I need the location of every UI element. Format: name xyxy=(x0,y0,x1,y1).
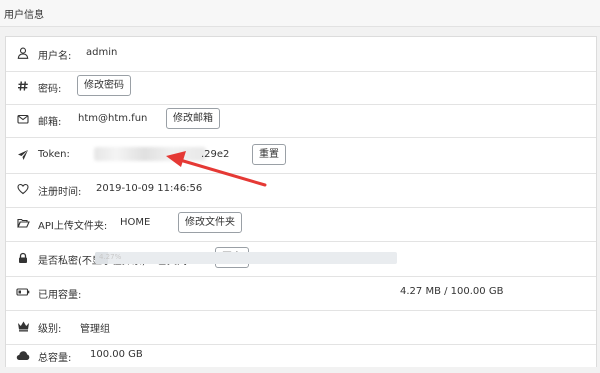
total-capacity-label: 总容量: xyxy=(38,353,72,364)
username-value: admin xyxy=(86,47,118,58)
api-folder-label: API上传文件夹: xyxy=(38,221,108,232)
paper-plane-icon xyxy=(16,148,30,162)
folder-open-icon xyxy=(16,216,30,230)
page-header: 用户信息 xyxy=(0,0,600,27)
row-password: 密码: 修改密码 xyxy=(6,70,596,105)
username-label: 用户名: xyxy=(38,51,72,62)
lock-icon xyxy=(16,251,30,265)
used-capacity-progress: 4.27% xyxy=(95,252,397,264)
row-register-time: 注册时间: 2019-10-09 11:46:56 xyxy=(6,173,596,208)
level-label: 级别: xyxy=(38,324,62,335)
hash-icon xyxy=(16,79,30,93)
used-capacity-value: 4.27 MB / 100.00 GB xyxy=(400,286,504,297)
total-capacity-value: 100.00 GB xyxy=(90,349,143,360)
token-blurred-value xyxy=(94,147,206,161)
api-folder-value: HOME xyxy=(120,217,151,228)
page-title: 用户信息 xyxy=(4,10,44,21)
row-total-capacity: 总容量: 100.00 GB xyxy=(6,339,596,373)
register-time-label: 注册时间: xyxy=(38,187,82,198)
change-password-button[interactable]: 修改密码 xyxy=(77,75,131,96)
envelope-icon xyxy=(16,112,30,126)
user-info-panel: 用户名: admin 密码: 修改密码 邮箱: htm@htm.fun 修改邮箱… xyxy=(5,36,597,367)
token-value-suffix: .29e2 xyxy=(201,149,230,160)
change-folder-button[interactable]: 修改文件夹 xyxy=(178,212,242,233)
heart-icon xyxy=(16,182,30,196)
cloud-icon xyxy=(16,348,30,362)
crown-icon xyxy=(16,319,30,333)
row-token: Token: .29e2 重置 xyxy=(6,139,596,174)
row-api-folder: API上传文件夹: HOME 修改文件夹 xyxy=(6,207,596,242)
email-value: htm@htm.fun xyxy=(78,113,148,124)
used-capacity-label: 已用容量: xyxy=(38,290,82,301)
battery-icon xyxy=(16,285,30,299)
change-email-button[interactable]: 修改邮箱 xyxy=(166,108,220,129)
row-used-capacity: 已用容量: 4.27 MB / 100.00 GB xyxy=(6,276,596,311)
row-email: 邮箱: htm@htm.fun 修改邮箱 xyxy=(6,103,596,138)
row-username: 用户名: admin xyxy=(6,37,596,72)
password-label: 密码: xyxy=(38,84,62,95)
level-value: 管理组 xyxy=(80,324,110,335)
user-icon xyxy=(16,46,30,60)
email-label: 邮箱: xyxy=(38,117,62,128)
reset-token-button[interactable]: 重置 xyxy=(252,144,286,165)
progress-text: 4.27% xyxy=(99,253,122,261)
token-label: Token: xyxy=(38,149,70,160)
register-time-value: 2019-10-09 11:46:56 xyxy=(96,183,203,194)
